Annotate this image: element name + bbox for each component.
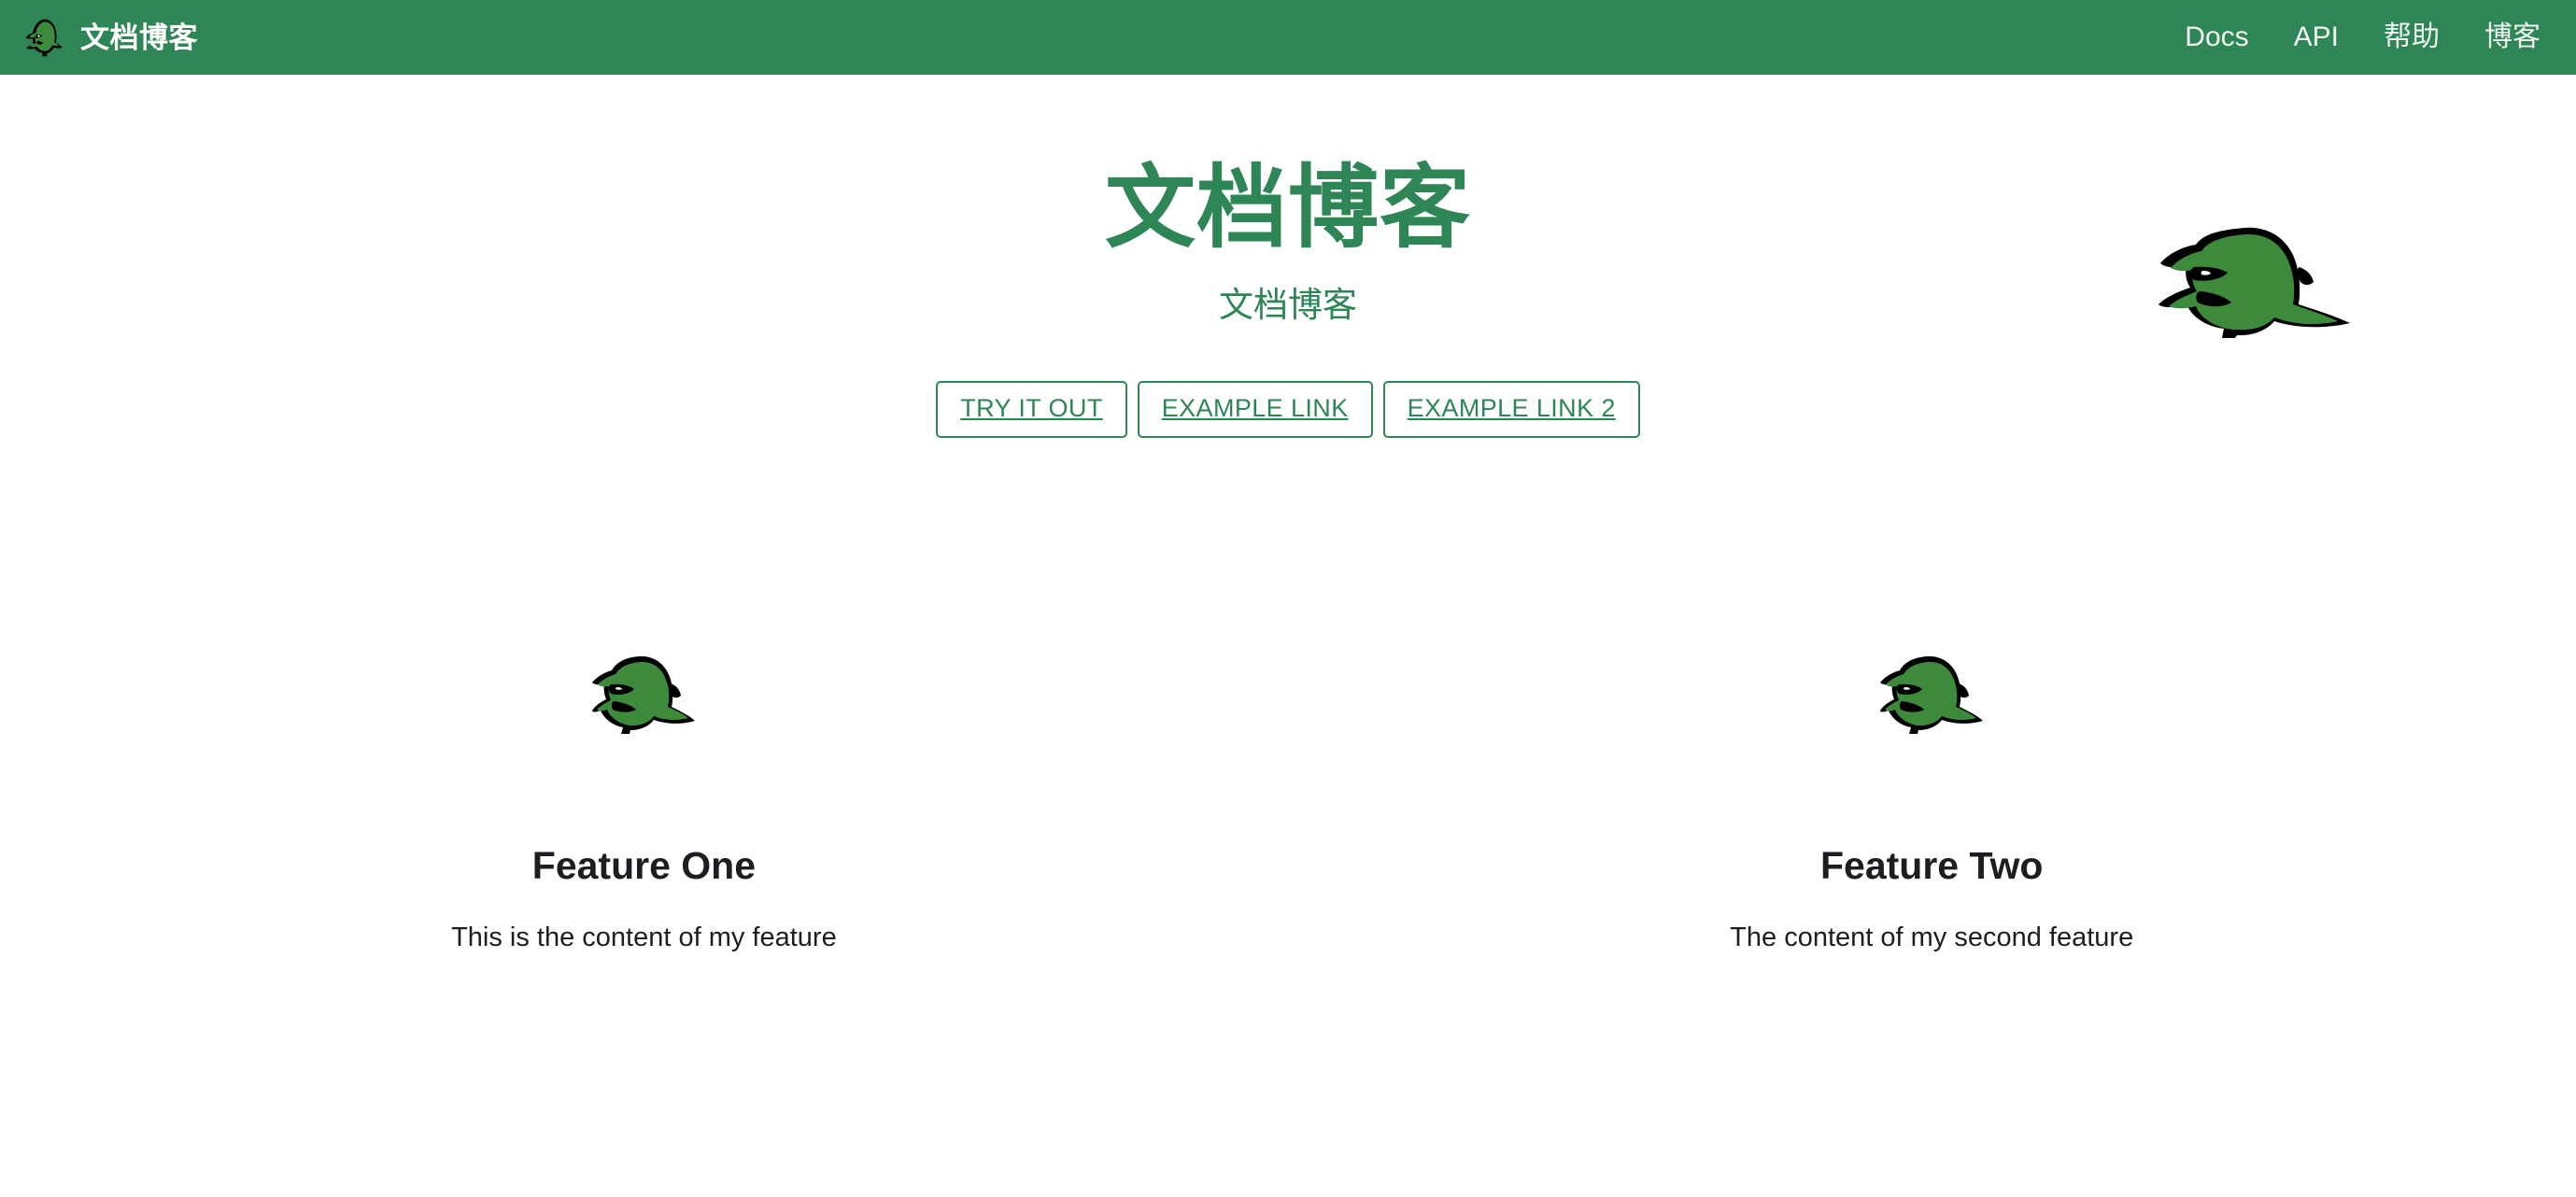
try-it-out-button[interactable]: TRY IT OUT — [936, 380, 1127, 438]
example-link-button[interactable]: EXAMPLE LINK — [1137, 380, 1373, 438]
feature-one-heading: Feature One — [531, 844, 757, 887]
navbar-brand[interactable]: 文档博客 — [22, 0, 198, 75]
nav-link-blog[interactable]: 博客 — [2462, 23, 2541, 51]
feature-card-two: Feature Two The content of my second fea… — [1503, 654, 2361, 957]
hero-section: 文档博客 文档博客 TRY IT OUT EXAMPLE LINK EXAMPL… — [0, 75, 2576, 654]
feature-two-text: The content of my second feature — [1730, 922, 2134, 953]
example-link-2-button[interactable]: EXAMPLE LINK 2 — [1382, 380, 1640, 438]
nav-link-api[interactable]: API — [2272, 23, 2361, 51]
nav-link-help[interactable]: 帮助 — [2361, 23, 2462, 51]
feature-card-one: Feature One This is the content of my fe… — [215, 654, 1073, 957]
navbar-links: Docs API 帮助 博客 — [2162, 23, 2541, 51]
dinosaur-logo-icon — [25, 19, 63, 57]
hero-button-group: TRY IT OUT EXAMPLE LINK EXAMPLE LINK 2 — [0, 380, 2576, 438]
nav-link-docs[interactable]: Docs — [2162, 23, 2271, 51]
feature-two-heading: Feature Two — [1819, 844, 2044, 887]
navbar-title: 文档博客 — [80, 21, 198, 54]
dinosaur-feature-icon — [1880, 655, 1984, 734]
feature-one-text: This is the content of my feature — [451, 922, 837, 953]
top-navbar: 文档博客 Docs API 帮助 博客 — [0, 0, 2576, 75]
dinosaur-feature-icon — [592, 655, 696, 734]
features-section: Feature One This is the content of my fe… — [0, 654, 2576, 957]
dinosaur-illustration-icon — [2158, 227, 2350, 338]
